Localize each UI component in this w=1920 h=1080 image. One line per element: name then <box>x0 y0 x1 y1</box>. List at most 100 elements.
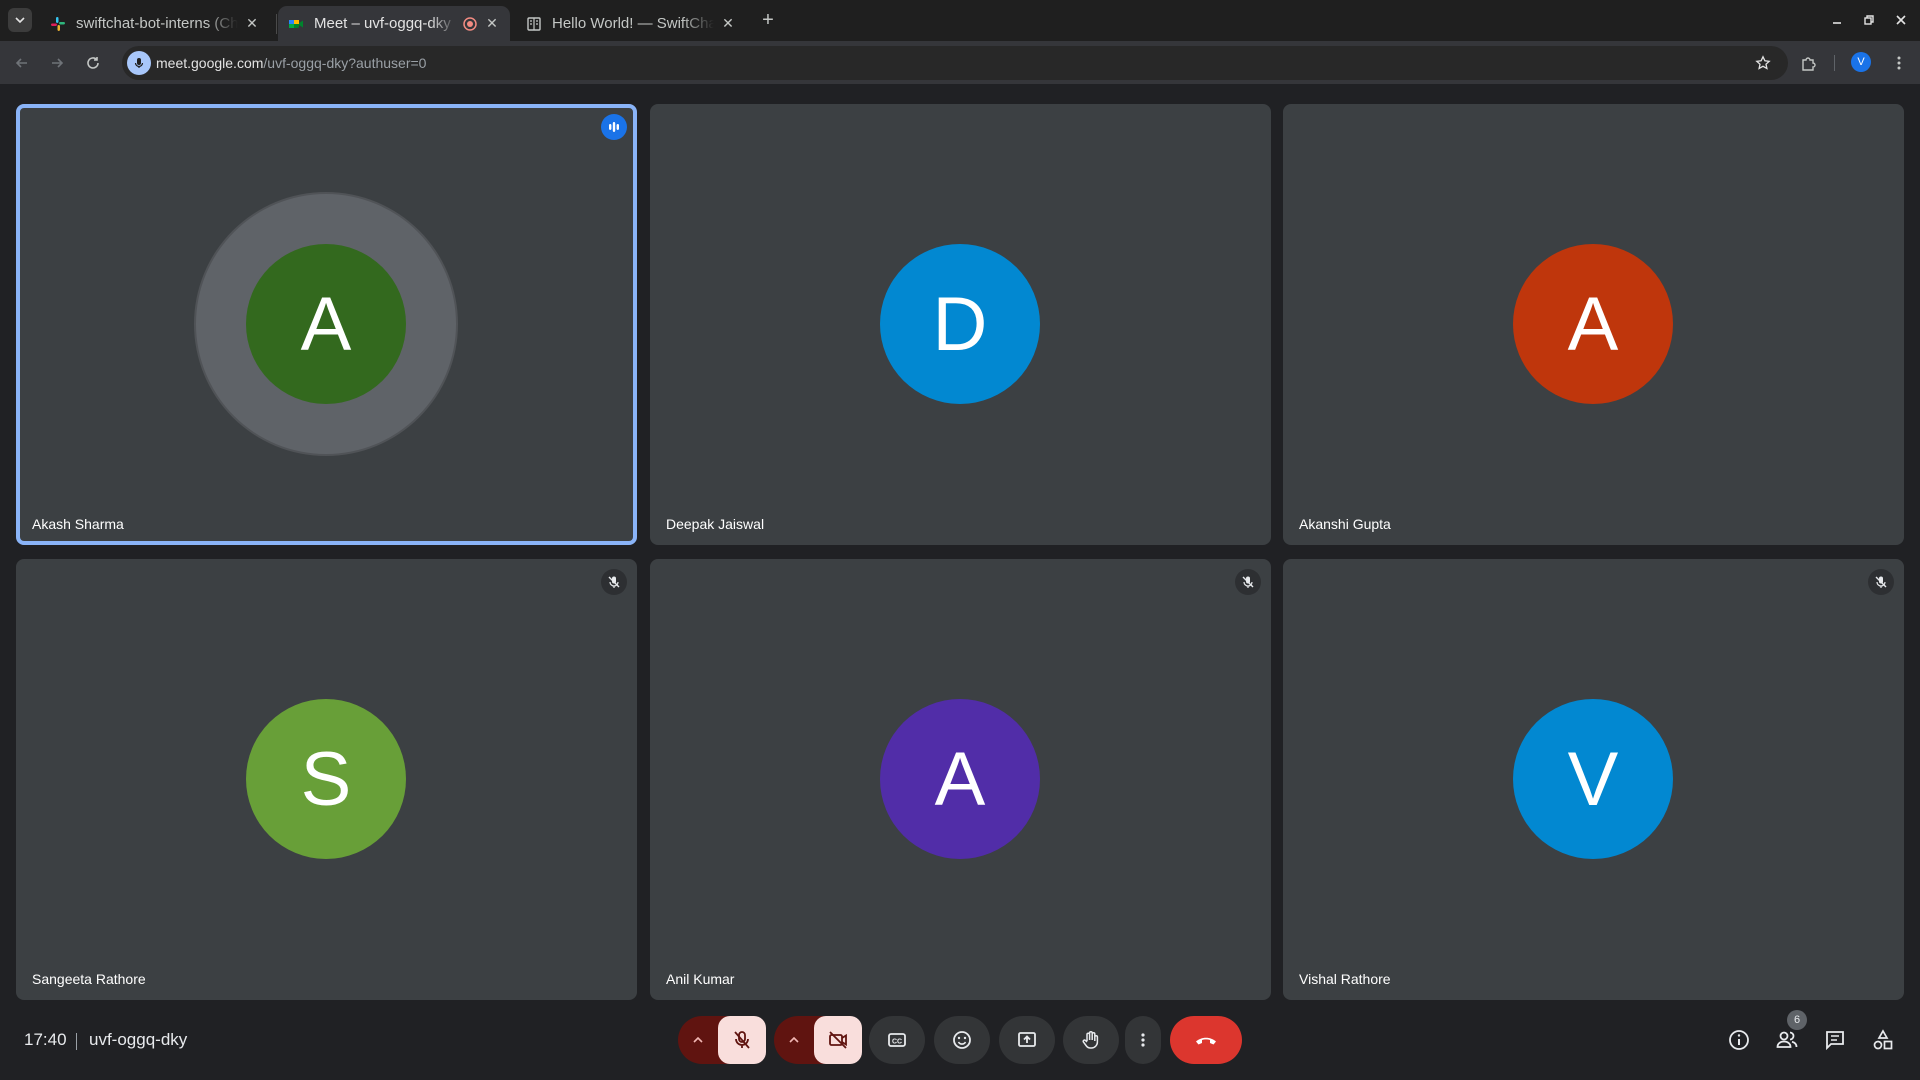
participant-name: Deepak Jaiswal <box>666 516 765 532</box>
extensions-button[interactable] <box>1796 50 1822 76</box>
info-icon <box>1729 1030 1749 1050</box>
avatar: A <box>246 244 406 404</box>
reload-button[interactable] <box>80 50 106 76</box>
new-tab-button[interactable]: + <box>756 8 780 32</box>
activities-button[interactable] <box>1869 1026 1897 1054</box>
svg-text:CC: CC <box>892 1039 902 1046</box>
participant-name: Anil Kumar <box>666 971 735 987</box>
shapes-icon <box>1873 1029 1893 1050</box>
browser-menu-button[interactable] <box>1886 50 1912 76</box>
participant-name: Akash Sharma <box>32 516 124 532</box>
tab-title: Hello World! — SwiftCha <box>552 15 714 32</box>
hand-icon <box>1082 1031 1099 1049</box>
more-options-button[interactable] <box>1125 1016 1161 1064</box>
participant-tile[interactable]: A Akanshi Gupta <box>1283 104 1904 545</box>
chevron-up-icon <box>693 1036 703 1043</box>
chat-button[interactable] <box>1821 1026 1849 1054</box>
raise-hand-button[interactable] <box>1063 1016 1119 1064</box>
minimize-button[interactable] <box>1827 10 1847 30</box>
close-tab-icon[interactable]: ✕ <box>484 15 500 32</box>
people-icon <box>1776 1031 1798 1048</box>
tab-divider <box>276 14 277 34</box>
close-icon <box>1896 15 1906 25</box>
minimize-icon <box>1833 22 1841 24</box>
tab-slack[interactable]: swiftchat-bot-interns (Ch ✕ <box>40 6 270 41</box>
participant-tile[interactable]: A Akash Sharma <box>16 104 637 545</box>
more-vert-icon <box>1141 1033 1145 1047</box>
avatar: D <box>880 244 1040 404</box>
present-to-all-icon <box>1018 1032 1036 1047</box>
microphone-toggle[interactable] <box>718 1016 766 1064</box>
restore-button[interactable] <box>1859 10 1879 30</box>
reload-icon <box>87 57 99 69</box>
leave-call-button[interactable] <box>1170 1016 1242 1064</box>
close-window-button[interactable] <box>1891 10 1911 30</box>
mic-off-icon <box>734 1031 750 1049</box>
people-button[interactable] <box>1773 1026 1801 1054</box>
chat-icon <box>1826 1031 1844 1051</box>
reactions-button[interactable] <box>934 1016 990 1064</box>
browser-toolbar: meet.google.com/uvf-oggq-dky?authuser=0 … <box>0 41 1920 84</box>
muted-indicator <box>1235 569 1261 595</box>
participant-tile[interactable]: S Sangeeta Rathore <box>16 559 637 1000</box>
url-path: /uvf-oggq-dky?authuser=0 <box>263 55 427 71</box>
meeting-details-button[interactable] <box>1725 1026 1753 1054</box>
close-tab-icon[interactable]: ✕ <box>720 15 736 32</box>
url-host: meet.google.com <box>156 55 264 71</box>
plus-icon: + <box>762 8 774 31</box>
chevron-down-icon <box>15 17 25 24</box>
browser-tab-strip: swiftchat-bot-interns (Ch ✕ Meet – uvf-o… <box>0 0 1920 41</box>
recording-icon <box>463 16 477 31</box>
chevron-up-icon <box>789 1036 799 1043</box>
arrow-left-icon <box>15 58 27 68</box>
star-icon <box>1755 55 1771 70</box>
muted-indicator <box>601 569 627 595</box>
audio-controls <box>678 1016 766 1064</box>
participant-tile[interactable]: V Vishal Rathore <box>1283 559 1904 1000</box>
participant-tile[interactable]: A Anil Kumar <box>650 559 1271 1000</box>
audio-level-icon <box>609 122 619 132</box>
tab-search-button[interactable] <box>8 8 32 32</box>
mic-off-icon <box>1242 576 1254 588</box>
tab-title: Meet – uvf-oggq-dky <box>314 15 451 32</box>
participant-tile[interactable]: D Deepak Jaiswal <box>650 104 1271 545</box>
address-bar[interactable]: meet.google.com/uvf-oggq-dky?authuser=0 <box>122 46 1788 80</box>
captions-button[interactable]: CC <box>869 1016 925 1064</box>
meeting-code: uvf-oggq-dky <box>89 1030 188 1049</box>
participant-name: Vishal Rathore <box>1299 971 1391 987</box>
meeting-clock: 17:40 <box>24 1030 67 1049</box>
avatar: V <box>1513 699 1673 859</box>
muted-indicator <box>1868 569 1894 595</box>
microphone-icon <box>134 58 144 68</box>
emoji-icon <box>953 1031 971 1049</box>
speaking-indicator <box>601 114 627 140</box>
restore-icon <box>1864 15 1874 25</box>
bookmark-button[interactable] <box>1750 50 1776 76</box>
tab-document[interactable]: Hello World! — SwiftCha ✕ <box>516 6 746 41</box>
call-end-icon <box>1196 1037 1216 1045</box>
present-screen-button[interactable] <box>999 1016 1055 1064</box>
video-off-icon <box>829 1031 847 1049</box>
toolbar-divider <box>1834 55 1835 71</box>
avatar: A <box>1513 244 1673 404</box>
tab-meet[interactable]: Meet – uvf-oggq-dky ✕ <box>278 6 510 41</box>
camera-toggle[interactable] <box>814 1016 862 1064</box>
url-text: meet.google.com/uvf-oggq-dky?authuser=0 <box>156 55 426 71</box>
puzzle-icon <box>1802 57 1816 71</box>
back-button[interactable] <box>9 50 35 76</box>
close-tab-icon[interactable]: ✕ <box>244 15 260 32</box>
site-info-button[interactable] <box>127 51 151 75</box>
document-icon <box>527 16 541 31</box>
forward-button[interactable] <box>44 50 70 76</box>
avatar: A <box>880 699 1040 859</box>
closed-captions-icon: CC <box>888 1033 906 1047</box>
participant-name: Akanshi Gupta <box>1299 516 1391 532</box>
meet-icon <box>289 19 303 28</box>
video-controls <box>774 1016 862 1064</box>
mic-off-icon <box>1875 576 1887 588</box>
slack-icon <box>51 16 65 31</box>
audio-options-button[interactable] <box>678 1016 718 1064</box>
profile-avatar[interactable]: V <box>1851 52 1871 72</box>
video-options-button[interactable] <box>774 1016 814 1064</box>
avatar: S <box>246 699 406 859</box>
